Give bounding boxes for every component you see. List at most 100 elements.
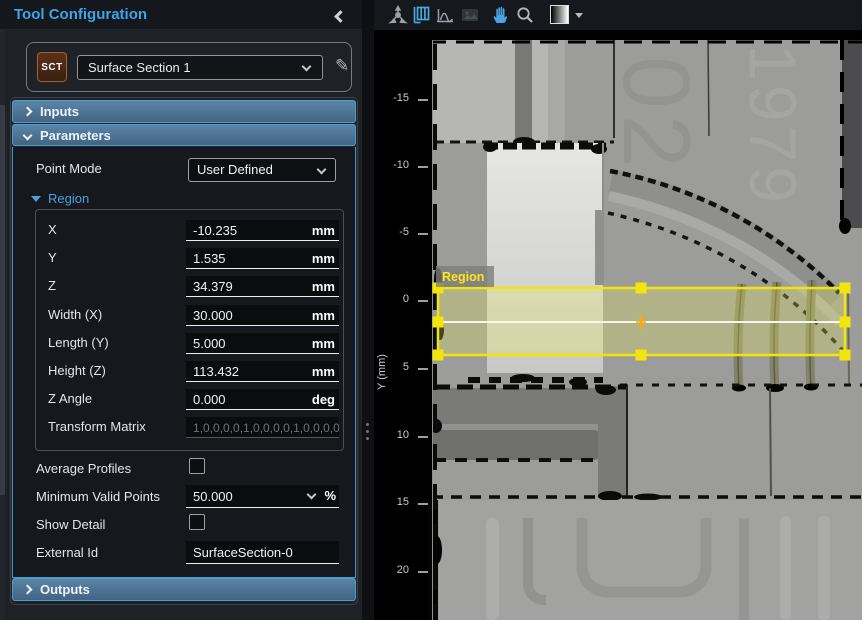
y-tick-label: 5 — [381, 361, 409, 373]
tool-selector-box: SCT Surface Section 1 ✎ — [26, 42, 352, 92]
chevron-down-icon — [302, 62, 312, 72]
field-z-angle-value: 0.000 — [193, 392, 226, 407]
viewport-toolbar — [374, 0, 862, 30]
panel-splitter[interactable] — [362, 0, 374, 620]
show-detail-checkbox[interactable] — [189, 514, 205, 530]
field-transform-matrix-value: 1,0,0,0,0,1,0,0,0,0,1,0,0,0,0,0 — [193, 421, 339, 435]
y-tick-label: -15 — [381, 92, 409, 104]
region-handle-mid-left[interactable] — [433, 317, 444, 328]
region-handle-bottom-center[interactable] — [636, 350, 647, 361]
point-mode-dropdown[interactable]: User Defined — [188, 158, 336, 182]
collapse-panel-button[interactable] — [336, 8, 352, 24]
field-x-unit: mm — [312, 223, 335, 238]
y-tick-mark — [418, 368, 428, 370]
field-z-value: 34.379 — [193, 279, 233, 294]
profile-view-icon[interactable] — [435, 5, 455, 25]
zoom-magnifier-icon[interactable] — [515, 5, 535, 25]
field-height-unit: mm — [312, 364, 335, 379]
field-z[interactable]: 34.379 mm — [186, 276, 339, 297]
section-header-inputs[interactable]: Inputs — [12, 100, 356, 123]
y-tick-label: -10 — [381, 159, 409, 171]
embossed-digits-right: 1979 — [736, 44, 810, 207]
field-height[interactable]: 113.432 mm — [186, 361, 339, 382]
y-tick-mark — [418, 300, 428, 302]
chevron-left-icon — [334, 10, 347, 23]
external-id-label: External Id — [36, 545, 98, 560]
y-tick-label: 15 — [381, 496, 409, 508]
external-id-field[interactable]: SurfaceSection-0 — [186, 541, 339, 564]
region-handle-bottom-right[interactable] — [840, 350, 851, 361]
colormap-gradient-button[interactable] — [550, 5, 569, 24]
average-profiles-label: Average Profiles — [36, 461, 131, 476]
region-label-text: Region — [442, 270, 484, 284]
pan-hand-icon[interactable] — [490, 5, 510, 25]
field-label-x: X — [48, 222, 57, 237]
panel-header: Tool Configuration — [0, 0, 362, 30]
image-view-icon[interactable] — [460, 5, 480, 25]
region-fields-group: X -10.235 mm Y 1.535 mm Z 34. — [35, 209, 344, 451]
field-length-unit: mm — [312, 336, 335, 351]
chevron-down-icon — [317, 165, 327, 175]
region-group-toggle[interactable]: Region — [31, 191, 89, 206]
y-tick-label: -5 — [381, 226, 409, 238]
field-label-width: Width (X) — [48, 307, 102, 322]
tool-select-dropdown[interactable]: Surface Section 1 — [77, 55, 323, 80]
splitter-grip[interactable] — [366, 423, 369, 444]
field-length[interactable]: 5.000 mm — [186, 333, 339, 354]
average-profiles-checkbox[interactable] — [189, 458, 205, 474]
point-mode-label: Point Mode — [36, 161, 102, 176]
section-label-parameters: Parameters — [40, 128, 111, 143]
point-mode-value: User Defined — [197, 162, 273, 177]
field-width-unit: mm — [312, 308, 335, 323]
field-width-value: 30.000 — [193, 308, 233, 323]
field-height-value: 113.432 — [193, 364, 239, 379]
field-y-unit: mm — [312, 251, 335, 266]
region-handle-top-right[interactable] — [840, 283, 851, 294]
chevron-right-icon — [23, 107, 33, 117]
field-z-unit: mm — [312, 279, 335, 294]
field-width[interactable]: 30.000 mm — [186, 305, 339, 326]
field-transform-matrix: 1,0,0,0,0,1,0,0,0,0,1,0,0,0,0,0 — [186, 417, 339, 438]
colormap-caret-icon[interactable] — [575, 13, 583, 18]
field-label-length: Length (Y) — [48, 335, 109, 350]
tool-configuration-window: Tool Configuration SCT Surface Section 1… — [0, 0, 862, 620]
region-group-label: Region — [48, 191, 89, 206]
rename-tool-pencil-icon[interactable]: ✎ — [335, 56, 349, 76]
field-z-angle-unit: deg — [312, 392, 335, 407]
section-header-outputs[interactable]: Outputs — [12, 578, 356, 601]
panel-scrollbar-thumb[interactable] — [0, 105, 5, 495]
external-id-value: SurfaceSection-0 — [193, 545, 293, 560]
min-valid-points-field[interactable]: 50.000 % — [186, 485, 339, 508]
show-detail-label: Show Detail — [36, 517, 105, 532]
field-label-height: Height (Z) — [48, 363, 106, 378]
y-tick-label: 0 — [381, 293, 409, 305]
tool-type-badge: SCT — [37, 52, 67, 82]
field-z-angle[interactable]: 0.000 deg — [186, 389, 339, 410]
tool-configuration-panel: Tool Configuration SCT Surface Section 1… — [0, 0, 362, 620]
field-label-transform-matrix: Transform Matrix — [48, 419, 146, 434]
chevron-down-icon[interactable] — [307, 490, 317, 500]
field-y-value: 1.535 — [193, 251, 226, 266]
region-handle-top-center[interactable] — [636, 283, 647, 294]
y-tick-mark — [418, 436, 428, 438]
chevron-right-icon — [23, 585, 33, 595]
field-y[interactable]: 1.535 mm — [186, 248, 339, 269]
y-tick-mark — [418, 99, 428, 101]
field-x-value: -10.235 — [193, 223, 237, 238]
heightmap-view-icon[interactable] — [411, 5, 431, 25]
region-handle-bottom-left[interactable] — [433, 350, 444, 361]
y-tick-mark — [418, 571, 428, 573]
field-length-value: 5.000 — [193, 336, 226, 351]
region-handle-mid-right[interactable] — [840, 317, 851, 328]
min-valid-points-unit: % — [324, 488, 336, 503]
field-label-z-angle: Z Angle — [48, 391, 92, 406]
y-tick-label: 10 — [381, 429, 409, 441]
field-x[interactable]: -10.235 mm — [186, 220, 339, 241]
section-header-parameters[interactable]: Parameters — [12, 124, 356, 146]
field-label-y: Y — [48, 250, 57, 265]
surface-viewport: Y (mm) -15 -10 -5 0 5 10 15 20 — [374, 0, 862, 620]
embossed-digits-left: 02 — [603, 56, 709, 174]
view-3d-icon[interactable] — [388, 5, 408, 25]
panel-scrollbar[interactable] — [0, 30, 5, 620]
y-tick-mark — [418, 166, 428, 168]
